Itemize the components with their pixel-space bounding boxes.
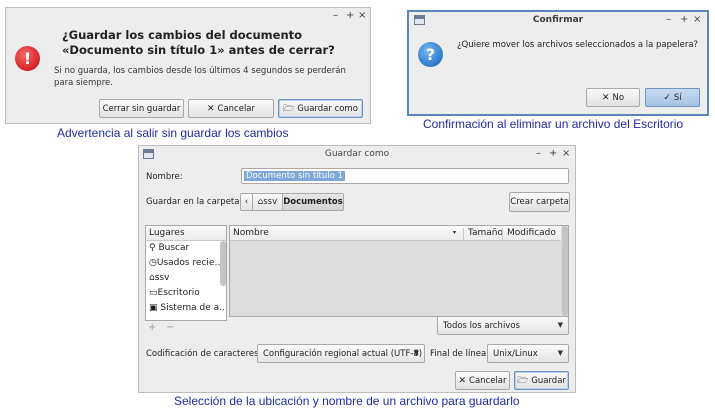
cancel-button[interactable]: ✕ Cancelar bbox=[188, 99, 274, 118]
save-as-title: Guardar como bbox=[324, 149, 390, 159]
chevron-down-icon: ▼ bbox=[557, 349, 563, 357]
folder-label: Guardar en la carpeta: bbox=[146, 197, 243, 207]
column-size[interactable]: Tamaño bbox=[463, 228, 503, 241]
minimize-button[interactable]: – bbox=[333, 9, 338, 22]
encoding-value: Configuración regional actual (UTF-8) bbox=[263, 348, 423, 359]
save-as-dialog: Guardar como – + × Nombre: Documento sin… bbox=[138, 145, 576, 393]
filename-input[interactable]: Documento sin título 1 bbox=[241, 168, 569, 184]
close-without-saving-button[interactable]: Cerrar sin guardar bbox=[99, 99, 184, 118]
chevron-down-icon: ▼ bbox=[413, 349, 419, 357]
minimize-button[interactable]: – bbox=[536, 147, 541, 160]
path-item-home[interactable]: ⌂ssv bbox=[253, 194, 283, 210]
maximize-button[interactable]: + bbox=[346, 9, 354, 22]
line-end-select[interactable]: Unix/Linux ▼ bbox=[487, 344, 569, 363]
places-scrollbar[interactable] bbox=[220, 241, 226, 286]
close-button[interactable]: × bbox=[562, 147, 570, 160]
place-label: Usados recie… bbox=[156, 258, 224, 268]
minimize-button[interactable]: – bbox=[666, 13, 671, 26]
save-changes-detail: Si no guarda, los cambios desde los últi… bbox=[54, 66, 346, 88]
save-changes-message: ¿Guardar los cambios del documento «Docu… bbox=[62, 28, 335, 57]
encoding-select[interactable]: Configuración regional actual (UTF-8) ▼ bbox=[257, 344, 425, 363]
sort-arrow-icon: ▾ bbox=[453, 229, 457, 236]
close-button[interactable]: × bbox=[358, 9, 366, 22]
place-item-recent[interactable]: ◷Usados recie… bbox=[146, 256, 226, 271]
cancel-button[interactable]: ✕ Cancelar bbox=[455, 371, 510, 390]
confirm-title: Confirmar bbox=[532, 15, 584, 25]
save-button[interactable]: 🗁 Guardar bbox=[514, 371, 569, 390]
place-label: Sistema de a… bbox=[160, 303, 227, 313]
confirm-dialog: Confirmar – + × ? ¿Quiere mover los arch… bbox=[407, 10, 709, 116]
name-label: Nombre: bbox=[146, 172, 183, 182]
cancel-x-icon: ✕ bbox=[206, 103, 215, 114]
encoding-label: Codificación de caracteres: bbox=[146, 349, 262, 359]
confirm-titlebar: Confirmar – + × bbox=[409, 12, 707, 29]
column-name[interactable]: Nombre bbox=[233, 228, 269, 238]
save-as-label: Guardar como bbox=[297, 103, 358, 114]
question-icon: ? bbox=[418, 42, 443, 67]
save-changes-dialog: – + × ! ¿Guardar los cambios del documen… bbox=[5, 7, 371, 124]
path-bar: ‹ ⌂ssv Documentos bbox=[240, 193, 344, 211]
close-without-saving-label: Cerrar sin guardar bbox=[102, 103, 181, 114]
places-sidebar: Lugares ⚲ Buscar ◷Usados recie… ⌂ssv ▭Es… bbox=[145, 225, 227, 321]
cancel-x-icon: ✕ bbox=[458, 375, 467, 386]
no-label: No bbox=[612, 92, 625, 103]
caption-save-as: Selección de la ubicación y nombre de un… bbox=[174, 394, 520, 408]
yes-label: Sí bbox=[673, 92, 682, 103]
save-label: Guardar bbox=[531, 375, 566, 386]
save-as-titlebar: Guardar como – + × bbox=[139, 146, 575, 163]
add-place-button[interactable]: + bbox=[148, 322, 156, 333]
place-item-filesystem[interactable]: ▣ Sistema de a… bbox=[146, 301, 226, 316]
create-folder-label: Crear carpeta bbox=[510, 197, 569, 207]
file-list-header: Nombre ▾ Tamaño Modificado bbox=[230, 226, 561, 241]
path-back-button[interactable]: ‹ bbox=[241, 194, 253, 210]
file-filter-select[interactable]: Todos los archivos ▼ bbox=[437, 316, 569, 335]
place-label: Escritorio bbox=[157, 288, 200, 298]
filename-value: Documento sin título 1 bbox=[244, 171, 345, 181]
place-item-desktop[interactable]: ▭Escritorio bbox=[146, 286, 226, 301]
no-button[interactable]: ✕ No bbox=[586, 88, 640, 107]
check-icon: ✓ bbox=[663, 92, 671, 103]
maximize-button[interactable]: + bbox=[549, 147, 557, 160]
path-item-documentos[interactable]: Documentos bbox=[283, 194, 343, 210]
save-icon: 🗁 bbox=[517, 375, 529, 386]
file-filter-value: Todos los archivos bbox=[443, 320, 520, 331]
place-item-search[interactable]: ⚲ Buscar bbox=[146, 241, 226, 256]
clock-icon: ◷ bbox=[149, 258, 157, 268]
places-header: Lugares bbox=[146, 226, 226, 241]
place-item-home[interactable]: ⌂ssv bbox=[146, 271, 226, 286]
line-end-label: Final de línea: bbox=[430, 349, 490, 359]
create-folder-button[interactable]: Crear carpeta bbox=[509, 192, 570, 212]
file-list-scrollbar[interactable] bbox=[562, 226, 568, 316]
save-changes-titlebar: – + × bbox=[6, 8, 370, 25]
search-icon: ⚲ bbox=[149, 243, 156, 253]
column-modified[interactable]: Modificado bbox=[502, 228, 556, 241]
yes-button[interactable]: ✓ Sí bbox=[645, 88, 700, 107]
place-label: ssv bbox=[154, 273, 170, 283]
remove-place-button[interactable]: − bbox=[166, 322, 174, 333]
path-home-label: ssv bbox=[263, 197, 278, 207]
place-label: Buscar bbox=[158, 243, 190, 253]
cancel-label: Cancelar bbox=[217, 103, 256, 114]
cancel-label: Cancelar bbox=[469, 375, 507, 386]
error-icon: ! bbox=[15, 46, 40, 71]
confirm-message: ¿Quiere mover los archivos seleccionados… bbox=[457, 40, 699, 50]
file-list[interactable]: Nombre ▾ Tamaño Modificado bbox=[229, 225, 569, 317]
drive-icon: ▣ bbox=[149, 303, 158, 313]
save-icon: 🗁 bbox=[283, 103, 295, 114]
desktop-icon: ▭ bbox=[149, 288, 158, 298]
caption-save-changes: Advertencia al salir sin guardar los cam… bbox=[57, 126, 289, 140]
save-as-button[interactable]: 🗁 Guardar como bbox=[278, 99, 363, 118]
line-end-value: Unix/Linux bbox=[493, 348, 538, 359]
no-x-icon: ✕ bbox=[601, 92, 610, 103]
maximize-button[interactable]: + bbox=[680, 13, 688, 26]
chevron-down-icon: ▼ bbox=[557, 321, 563, 329]
caption-confirm: Confirmación al eliminar un archivo del … bbox=[423, 117, 684, 131]
close-button[interactable]: × bbox=[693, 13, 701, 26]
